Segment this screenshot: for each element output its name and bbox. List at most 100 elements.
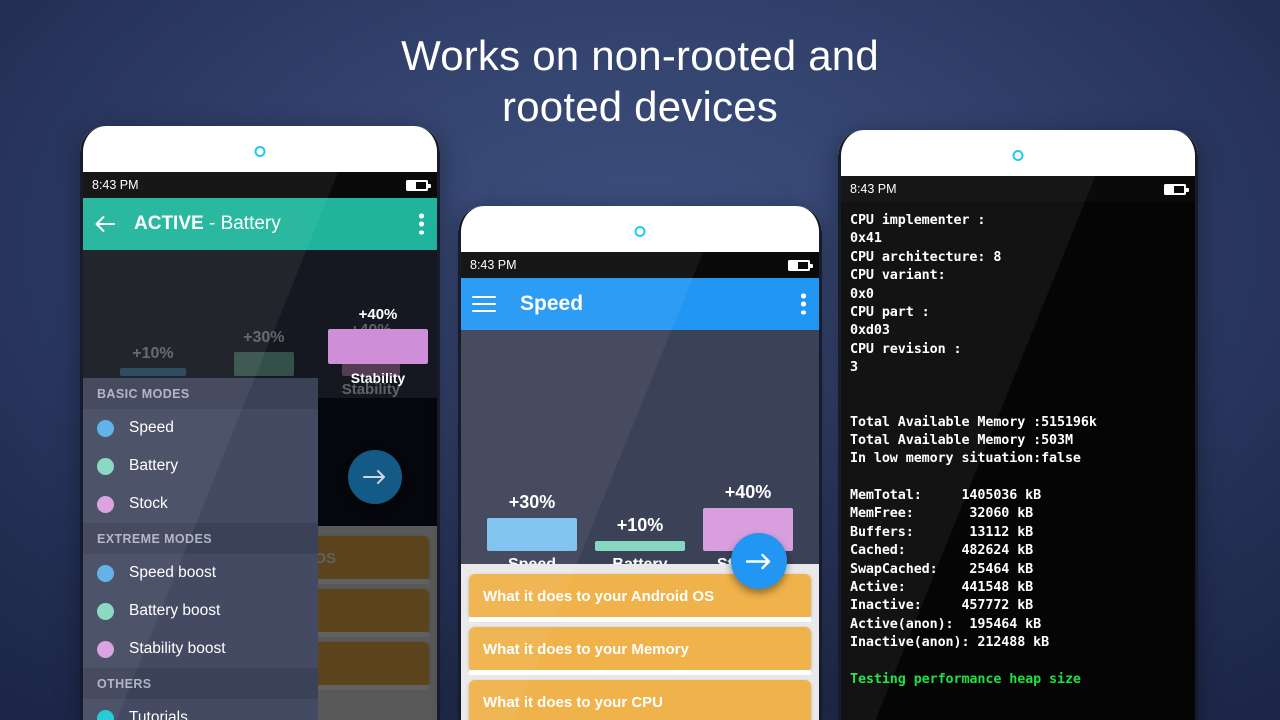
phone-right-top-bezel [838, 130, 1198, 176]
terminal-line: 3 [850, 360, 858, 376]
phone-middle-app-bar: Speed [458, 278, 822, 330]
terminal-line: 0x0 [850, 286, 874, 302]
front-camera-icon [254, 146, 266, 157]
status-clock: 8:43 PM [850, 182, 897, 196]
back-arrow-icon[interactable] [94, 214, 116, 234]
mode-color-dot-icon [97, 709, 114, 720]
bar-battery [595, 541, 685, 551]
drawer-section-header: BASIC MODES [83, 378, 318, 409]
phone-middle-status-bar: 8:43 PM [458, 252, 822, 278]
sidebar-item-label: Stock [129, 495, 168, 512]
terminal-line: CPU revision : [850, 341, 962, 357]
preview-bar-value: +40% [358, 306, 398, 323]
sidebar-item-stock[interactable]: Stock [83, 485, 318, 523]
bar-group-speed: +30% Speed [487, 492, 577, 574]
phone-left-status-bar: 8:43 PM [80, 172, 440, 198]
sidebar-item-label: Speed boost [129, 564, 217, 581]
sidebar-item-label: Tutorials [129, 709, 188, 720]
cpu-info-terminal: CPU implementer : 0x41 CPU architecture: 8… [838, 202, 1198, 720]
list-item[interactable]: What it does to your CPU [469, 680, 811, 720]
page-title: Works on non-rooted and rooted devices [401, 32, 879, 130]
mode-color-dot-icon [97, 564, 114, 582]
terminal-line: Active: 441548 kB [850, 579, 1034, 595]
terminal-line: Inactive(anon): 212488 kB [850, 635, 1050, 651]
mode-color-dot-icon [97, 640, 114, 658]
sidebar-item-label: Speed [129, 419, 174, 436]
next-fab-button[interactable] [348, 450, 402, 504]
bar-value-stability: +40% [724, 482, 772, 502]
sidebar-item-speed-boost[interactable]: Speed boost [83, 554, 318, 592]
terminal-line: Cached: 482624 kB [850, 543, 1034, 559]
phone-middle-top-bezel [458, 206, 822, 252]
app-bar-title-rest: - Battery [203, 213, 281, 234]
arrow-right-icon [746, 553, 771, 569]
mode-color-dot-icon [97, 602, 114, 620]
app-bar-title-bold: ACTIVE [134, 213, 204, 234]
bar-value-battery: +10% [616, 515, 664, 535]
sidebar-item-label: Stability boost [129, 640, 226, 657]
sidebar-item-label: Battery [129, 457, 179, 474]
terminal-line: CPU variant: [850, 268, 946, 284]
front-camera-icon [634, 226, 646, 237]
preview-bar [328, 329, 428, 364]
terminal-line: CPU part : [850, 305, 930, 321]
preview-bar-label: Stability [350, 370, 406, 386]
terminal-line: Testing performance heap size [850, 671, 1081, 687]
bar-value-speed: +30% [508, 492, 556, 512]
battery-icon [1164, 183, 1189, 195]
drawer-section-header: OTHERS [83, 668, 318, 699]
terminal-line: Total Available Memory :515196k [850, 414, 1097, 430]
app-bar-title: ACTIVE - Battery [134, 213, 281, 235]
hamburger-menu-icon[interactable] [472, 296, 496, 312]
terminal-line: Total Available Memory :503M [850, 433, 1073, 449]
terminal-line: MemTotal: 1405036 kB [850, 487, 1042, 503]
terminal-line: Buffers: 13112 kB [850, 524, 1034, 540]
sidebar-item-stability-boost[interactable]: Stability boost [83, 630, 318, 668]
terminal-line: MemFree: 32060 kB [850, 506, 1034, 522]
navigation-drawer: BASIC MODES Speed Battery Stock EXTREME … [83, 378, 318, 720]
terminal-line: SwapCached: 25464 kB [850, 561, 1034, 577]
status-clock: 8:43 PM [470, 258, 517, 272]
sidebar-item-battery[interactable]: Battery [83, 447, 318, 485]
arrow-right-icon [363, 470, 385, 484]
status-clock: 8:43 PM [92, 178, 139, 192]
terminal-line: CPU architecture: 8 [850, 249, 1002, 265]
promo-banner: Works on non-rooted and rooted devices 8… [0, 0, 1280, 720]
next-fab-button[interactable] [731, 533, 787, 589]
kebab-menu-icon[interactable] [419, 213, 424, 235]
battery-icon [406, 179, 431, 191]
app-bar-title: Speed [520, 292, 584, 315]
list-item[interactable]: What it does to your Memory [469, 627, 811, 672]
sidebar-item-speed[interactable]: Speed [83, 409, 318, 447]
divider [469, 670, 811, 675]
mode-color-dot-icon [97, 495, 114, 513]
phone-left-app-bar: ACTIVE - Battery [80, 198, 440, 250]
sidebar-item-tutorials[interactable]: Tutorials [83, 699, 318, 720]
terminal-line: 0xd03 [850, 323, 890, 339]
front-camera-icon [1012, 150, 1024, 161]
terminal-line: 0x41 [850, 231, 882, 247]
sidebar-item-label: Battery boost [129, 602, 221, 619]
terminal-line: Active(anon): 195464 kB [850, 616, 1042, 632]
terminal-line: CPU implementer : [850, 213, 986, 228]
phone-middle: 8:43 PM Speed +30% Speed +10% Battery [458, 206, 822, 720]
mode-color-dot-icon [97, 419, 114, 437]
kebab-menu-icon[interactable] [801, 293, 806, 315]
phone-right-status-bar: 8:43 PM [838, 176, 1198, 202]
battery-icon [788, 259, 813, 271]
phone-left: 8:43 PM ACTIVE - Battery +10% Speed +30 [80, 126, 440, 720]
bar-speed [487, 518, 577, 551]
phone-left-top-bezel [80, 126, 440, 172]
sidebar-item-battery-boost[interactable]: Battery boost [83, 592, 318, 630]
terminal-line: Inactive: 457772 kB [850, 598, 1034, 614]
preview-bar-group-stability: +40% Stability [328, 306, 428, 386]
mode-color-dot-icon [97, 457, 114, 475]
terminal-line: In low memory situation:false [850, 451, 1081, 467]
phone-right: 8:43 PM CPU implementer : 0x41 CPU archite… [838, 130, 1198, 720]
divider [469, 617, 811, 622]
phone-left-chart-preview: +40% Stability [318, 250, 437, 400]
